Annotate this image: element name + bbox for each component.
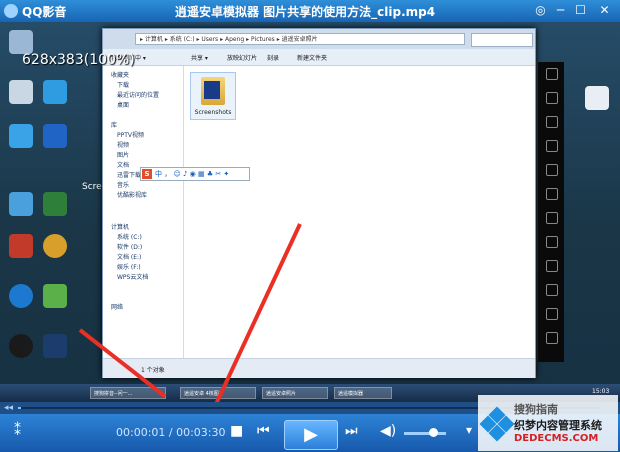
- nav-computer: 计算机: [111, 224, 130, 231]
- navigation-pane: 收藏夹 下载 最近访问的位置 桌面 库 PPTV视频 视频 图片 文档 迅雷下载…: [103, 66, 184, 358]
- screenshots-folder: Screenshots: [190, 72, 236, 120]
- volume-icon[interactable]: ◀): [380, 423, 396, 439]
- play-button[interactable]: ▶: [284, 420, 338, 450]
- qq-player-logo-icon: [4, 4, 18, 18]
- qq-icon: [4, 334, 38, 360]
- status-text: 1 个对象: [141, 367, 165, 374]
- toolbar-burn: 刻录: [267, 55, 280, 62]
- seek-progress: [18, 407, 21, 409]
- nav-item: 迅雷下载: [117, 172, 142, 179]
- explorer-toolbar: 包含到库中 ▾ 共享 ▾ 放映幻灯片 刻录 新建文件夹: [103, 49, 535, 66]
- nav-item: 最近访问的位置: [117, 92, 160, 99]
- volume-slider[interactable]: [404, 432, 446, 435]
- watermark-url: DEDECMS.COM: [514, 433, 599, 444]
- nav-item: PPTV视频: [117, 132, 145, 139]
- app-icon: [38, 192, 72, 218]
- tool-icon: [546, 188, 558, 200]
- tool-icon: [546, 116, 558, 128]
- nav-libraries: 库: [111, 122, 118, 129]
- qqplayer-desktop-icon: [38, 80, 72, 106]
- skin-button[interactable]: ◎: [532, 2, 549, 19]
- window-title: 逍遥安卓模拟器 图片共享的使用方法_clip.mp4: [175, 5, 436, 19]
- address-bar: ▸ 计算机 ▸ 系统 (C:) ▸ Users ▸ Apeng ▸ Pictur…: [103, 29, 535, 49]
- footprint-icon[interactable]: ⁑: [14, 423, 21, 439]
- nav-item: 娱乐 (F:): [117, 264, 141, 271]
- time-display: 00:00:01 / 00:03:30: [116, 426, 226, 439]
- toolbar-new-folder: 新建文件夹: [297, 55, 328, 62]
- nav-item: 桌面: [117, 102, 130, 109]
- nav-item: 优酷影视库: [117, 192, 148, 199]
- tool-icon: [546, 140, 558, 152]
- nav-item: 系统 (C:): [117, 234, 142, 241]
- file-icon: [580, 86, 614, 112]
- ie-icon: [4, 124, 38, 150]
- explorer-content: Screenshots: [184, 66, 535, 358]
- photoshop-icon: [38, 334, 72, 360]
- recorded-desktop: Scree ▸ 计算机 ▸ 系统 (C:) ▸ Users ▸ Apeng ▸ …: [0, 22, 620, 402]
- app-icon: [4, 192, 38, 218]
- tool-icon: [546, 260, 558, 272]
- menu-chevron-down-icon[interactable]: ▾: [466, 423, 472, 437]
- tool-icon: [546, 332, 558, 344]
- watermark: 搜狗指南 织梦内容管理系统 DEDECMS.COM: [478, 395, 618, 451]
- tool-icon: [546, 164, 558, 176]
- status-bar: 1 个对象: [103, 358, 535, 378]
- tool-icon: [546, 236, 558, 248]
- sogou-icon: [4, 284, 38, 310]
- file-explorer-window: ▸ 计算机 ▸ 系统 (C:) ▸ Users ▸ Apeng ▸ Pictur…: [102, 28, 536, 378]
- search-box: [471, 33, 533, 47]
- nav-item: 文档 (E:): [117, 254, 142, 261]
- app-icon: [38, 284, 72, 310]
- nav-item: 图片: [117, 152, 130, 159]
- minimize-button[interactable]: ─: [552, 2, 569, 19]
- maximize-button[interactable]: ☐: [572, 2, 589, 19]
- task-item: 逍遥模拟器: [334, 387, 392, 399]
- nav-item: 软件 (D:): [117, 244, 143, 251]
- tool-icon: [546, 92, 558, 104]
- sogou-logo-icon: S: [142, 169, 152, 179]
- tool-icon: [546, 284, 558, 296]
- recycle-bin-icon: [4, 80, 38, 106]
- nav-item: WPS云文档: [117, 274, 149, 281]
- emulator-sidebar: [538, 62, 564, 362]
- folder-label: Screenshots: [194, 109, 232, 116]
- address-path: ▸ 计算机 ▸ 系统 (C:) ▸ Users ▸ Apeng ▸ Pictur…: [135, 33, 465, 45]
- zoom-readout: 628x383(100%): [22, 52, 135, 68]
- nav-item: 文档: [117, 162, 130, 169]
- previous-button[interactable]: ⏮: [257, 423, 270, 439]
- nav-item: 下载: [117, 82, 130, 89]
- thumbnail-image: [204, 81, 220, 99]
- security-icon: [4, 234, 38, 260]
- ime-tools: 中 ， ☺ ♪ ◉ ▦ ♣ ✂ ✦: [155, 170, 230, 178]
- nav-network: 网络: [111, 304, 124, 311]
- close-button[interactable]: ✕: [596, 2, 613, 19]
- watermark-title: 搜狗指南: [514, 403, 558, 416]
- tool-icon: [546, 308, 558, 320]
- ime-toolbar: S 中 ， ☺ ♪ ◉ ▦ ♣ ✂ ✦: [140, 167, 250, 181]
- toolbar-slideshow: 放映幻灯片: [227, 55, 258, 62]
- nav-item: 视频: [117, 142, 130, 149]
- tool-icon: [546, 68, 558, 80]
- app-name: QQ影音: [22, 5, 67, 19]
- windows-logo-icon: [479, 406, 515, 442]
- toolbar-share: 共享 ▾: [191, 55, 208, 62]
- task-item: 逍遥安卓照片: [262, 387, 328, 399]
- video-area[interactable]: Scree ▸ 计算机 ▸ 系统 (C:) ▸ Users ▸ Apeng ▸ …: [0, 22, 620, 402]
- title-bar: QQ影音 逍遥安卓模拟器 图片共享的使用方法_clip.mp4 ◎ ─ ☐ ✕: [0, 0, 620, 22]
- nav-favorites: 收藏夹: [111, 72, 130, 79]
- clock: 15:03: [592, 388, 610, 395]
- next-button[interactable]: ⏭: [345, 423, 358, 439]
- nav-item: 音乐: [117, 182, 130, 189]
- chrome-icon: [38, 234, 72, 260]
- watermark-subtitle: 织梦内容管理系统: [514, 419, 602, 432]
- app-icon: [38, 124, 72, 150]
- tool-icon: [546, 212, 558, 224]
- stop-button[interactable]: ■: [230, 423, 243, 439]
- rewind-icon[interactable]: ◂◂: [4, 403, 13, 413]
- volume-knob[interactable]: [429, 428, 438, 437]
